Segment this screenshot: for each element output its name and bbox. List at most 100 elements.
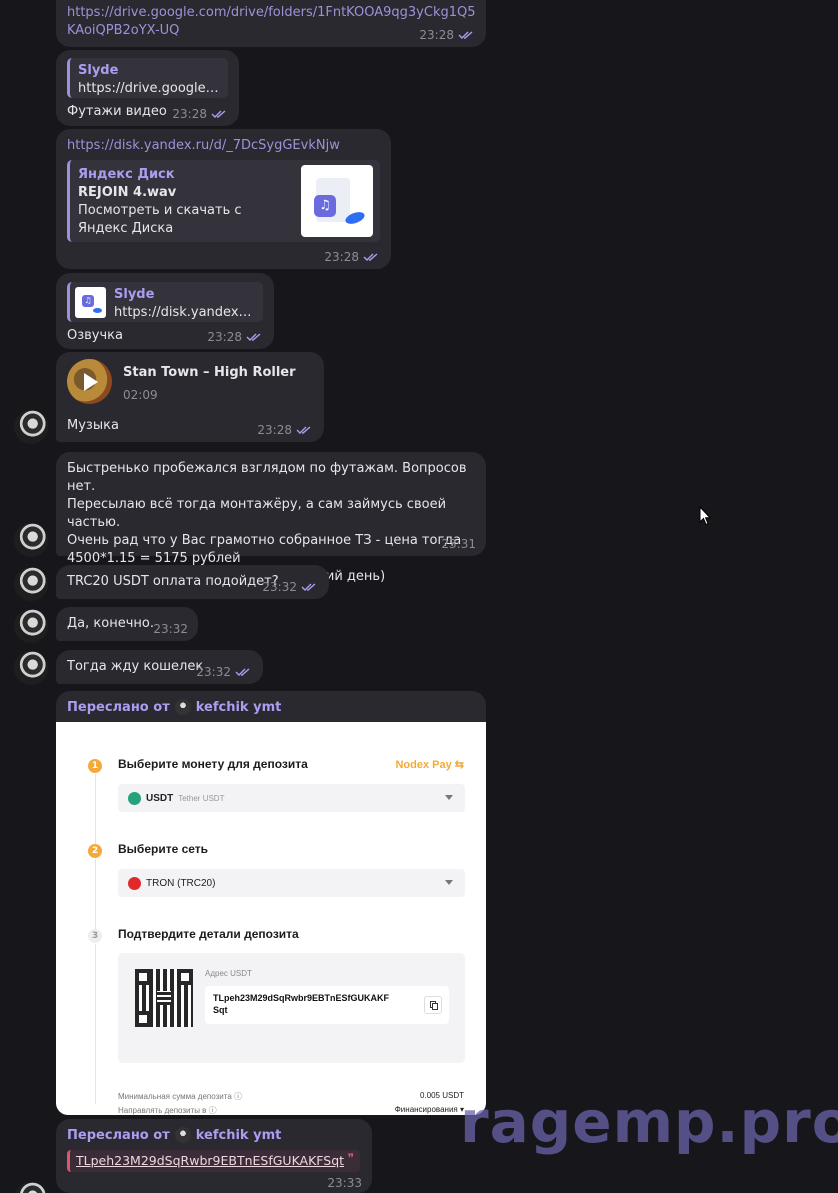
avatar[interactable] <box>14 651 48 685</box>
coin-name: USDT <box>146 792 174 804</box>
link-preview[interactable]: Яндекс Диск REJOIN 4.wav Посмотреть и ск… <box>67 160 380 242</box>
read-ticks-icon <box>246 332 264 342</box>
reply-author: Slyde <box>114 287 155 302</box>
network-name: TRON (TRC20) <box>146 877 216 889</box>
wallet-address[interactable]: TLpeh23M29dSqRwbr9EBTnESfGUKAKFSqt <box>76 1153 344 1168</box>
message-bubble[interactable]: TRC20 USDT оплата подойдет? 23:32 <box>56 565 329 599</box>
message-bubble[interactable]: Тогда жду кошелек 23:32 <box>56 650 263 684</box>
file-preview-icon: ♫ <box>301 165 373 237</box>
step-title: Выберите сеть <box>118 842 209 856</box>
message-bubble[interactable]: https://drive.google.com/drive/folders/1… <box>56 0 486 47</box>
step-connector <box>95 774 96 844</box>
step-title: Выберите монету для депозита <box>118 757 308 771</box>
message-meta: 23:28 <box>324 250 381 264</box>
address-line: TLpeh23M29dSqRwbr9EBTnESfGUKAKF <box>213 993 390 1003</box>
message-bubble[interactable]: Да, конечно. 23:32 <box>56 607 198 641</box>
quote-icon: ❞ <box>347 1151 354 1165</box>
copy-icon[interactable] <box>424 996 442 1014</box>
track-duration: 02:09 <box>123 388 158 402</box>
usdt-icon <box>128 791 141 805</box>
message-time: 23:33 <box>327 1176 362 1190</box>
play-icon[interactable] <box>84 373 98 391</box>
message-meta: 23:33 <box>327 1176 362 1190</box>
avatar[interactable] <box>14 567 48 601</box>
forward-author[interactable]: kefchik ymt <box>196 700 282 715</box>
network-select[interactable]: TRON (TRC20) <box>118 869 465 897</box>
read-ticks-icon <box>296 425 314 435</box>
chevron-down-icon <box>445 880 453 885</box>
read-ticks-icon <box>363 252 381 262</box>
message-meta: 23:32 <box>153 622 188 636</box>
message-time: 23:28 <box>257 423 292 437</box>
qr-code <box>135 969 193 1027</box>
code-block[interactable]: TLpeh23M29dSqRwbr9EBTnESfGUKAKFSqt ❞ <box>67 1150 360 1172</box>
avatar[interactable] <box>14 609 48 643</box>
message-meta: 23:32 <box>196 665 253 679</box>
message-time: 23:28 <box>172 107 207 121</box>
forward-header[interactable]: Переслано от kefchik ymt <box>67 1127 361 1143</box>
read-ticks-icon <box>301 582 319 592</box>
audio-cover[interactable] <box>67 359 112 404</box>
track-title: Stan Town – High Roller <box>123 365 296 380</box>
message-time: 23:32 <box>153 622 188 636</box>
brand-label: Nodex Pay ⇆ <box>395 759 464 771</box>
step-number: 2 <box>88 844 102 858</box>
address-label: Адрес USDT <box>205 969 252 978</box>
reply-thumbnail: ♫ <box>75 287 106 318</box>
preview-description: Посмотреть и скачать с Яндекс Диска <box>78 203 242 236</box>
address-box[interactable]: TLpeh23M29dSqRwbr9EBTnESfGUKAKF Sqt <box>205 986 449 1024</box>
message-meta: 23:31 <box>441 537 476 551</box>
deposit-details-card: Адрес USDT TLpeh23M29dSqRwbr9EBTnESfGUKA… <box>118 953 465 1063</box>
step-title: Подтвердите детали депозита <box>118 927 299 941</box>
message-time: 23:28 <box>207 330 242 344</box>
message-time: 23:31 <box>441 537 476 551</box>
forward-author[interactable]: kefchik ymt <box>196 1128 282 1143</box>
message-bubble[interactable]: Slyde https://drive.google.co... Футажи … <box>56 50 239 126</box>
direct-deposit-value[interactable]: Финансирования ▾ <box>395 1105 464 1114</box>
read-ticks-icon <box>211 109 229 119</box>
reply-quote[interactable]: Slyde https://drive.google.co... <box>67 58 228 98</box>
message-time: 23:28 <box>419 28 454 42</box>
watermark: ragemp.pro <box>460 1088 838 1156</box>
forward-avatar <box>174 1127 191 1143</box>
reply-text: https://disk.yandex.ru... <box>114 305 255 320</box>
reply-text: https://drive.google.co... <box>78 81 220 96</box>
message-text: Музыка <box>67 418 119 433</box>
avatar[interactable] <box>14 1182 48 1193</box>
message-meta: 23:28 <box>172 107 229 121</box>
message-meta: 23:32 <box>262 580 319 594</box>
min-deposit-label: Минимальная сумма депозита ⓘ <box>118 1092 242 1101</box>
forward-header[interactable]: Переслано от kefchik ymt <box>67 699 281 715</box>
message-link[interactable]: https://disk.yandex.ru/d/_7DcSygGEvkNjw <box>67 137 380 155</box>
step-connector <box>95 859 96 929</box>
tron-icon <box>128 876 141 890</box>
address-line: Sqt <box>213 1005 228 1015</box>
message-text-line: Быстренько пробежался взглядом по футажа… <box>67 461 467 494</box>
message-bubble[interactable]: Быстренько пробежался взглядом по футажа… <box>56 452 486 584</box>
message-bubble[interactable]: Stan Town – High Roller 02:09 Музыка 23:… <box>56 352 324 442</box>
coin-select[interactable]: USDT Tether USDT <box>118 784 465 812</box>
chevron-down-icon <box>445 795 453 800</box>
step-connector <box>95 944 96 1104</box>
forward-avatar <box>174 699 191 715</box>
message-time: 23:32 <box>262 580 297 594</box>
forwarded-image-message[interactable]: Переслано от kefchik ymt 1 Выберите моне… <box>56 691 486 1115</box>
deposit-screenshot[interactable]: 1 Выберите монету для депозита Nodex Pay… <box>56 722 486 1115</box>
message-text-line: Очень рад что у Вас грамотно собранное Т… <box>67 533 462 548</box>
message-time: 23:32 <box>196 665 231 679</box>
step-number: 1 <box>88 759 102 773</box>
message-bubble[interactable]: ♫ Slyde https://disk.yandex.ru... Озвучк… <box>56 273 274 349</box>
step-number: 3 <box>88 929 102 943</box>
read-ticks-icon <box>458 30 476 40</box>
mouse-cursor-icon <box>699 505 712 530</box>
forwarded-message[interactable]: Переслано от kefchik ymt TLpeh23M29dSqRw… <box>56 1119 372 1193</box>
message-time: 23:28 <box>324 250 359 264</box>
avatar[interactable] <box>14 523 48 557</box>
forward-label: Переслано от <box>67 1127 170 1143</box>
message-bubble[interactable]: https://disk.yandex.ru/d/_7DcSygGEvkNjw … <box>56 129 391 269</box>
direct-deposit-label: Направлять депозиты в ⓘ <box>118 1106 217 1115</box>
avatar[interactable] <box>14 410 48 444</box>
message-meta: 23:28 <box>419 28 476 42</box>
coin-full-name: Tether USDT <box>178 793 225 803</box>
reply-quote[interactable]: ♫ Slyde https://disk.yandex.ru... <box>67 282 263 322</box>
